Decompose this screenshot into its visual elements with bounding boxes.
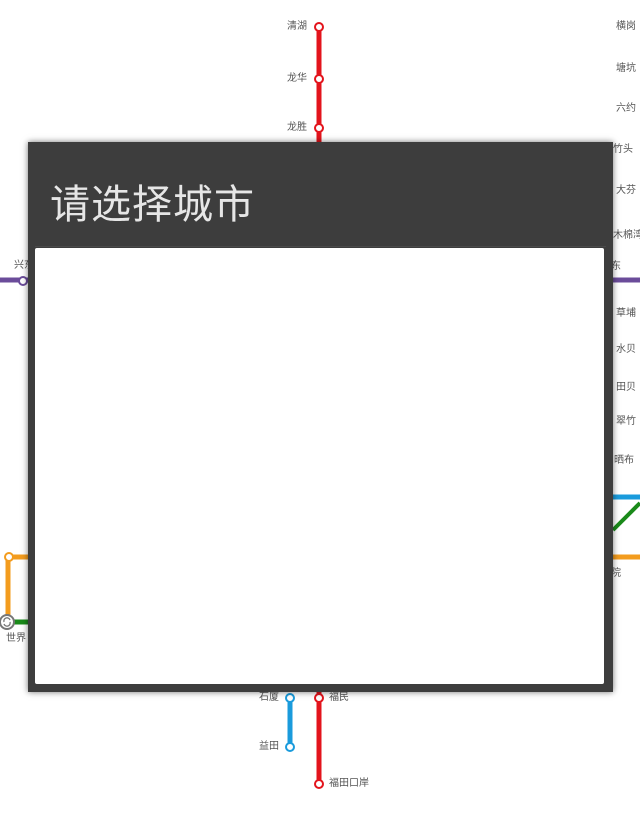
- city-list[interactable]: [35, 248, 604, 684]
- dialog-divider: [35, 246, 606, 247]
- dialog-title: 请选择城市: [50, 182, 255, 228]
- city-select-dialog: 请选择城市: [28, 142, 613, 692]
